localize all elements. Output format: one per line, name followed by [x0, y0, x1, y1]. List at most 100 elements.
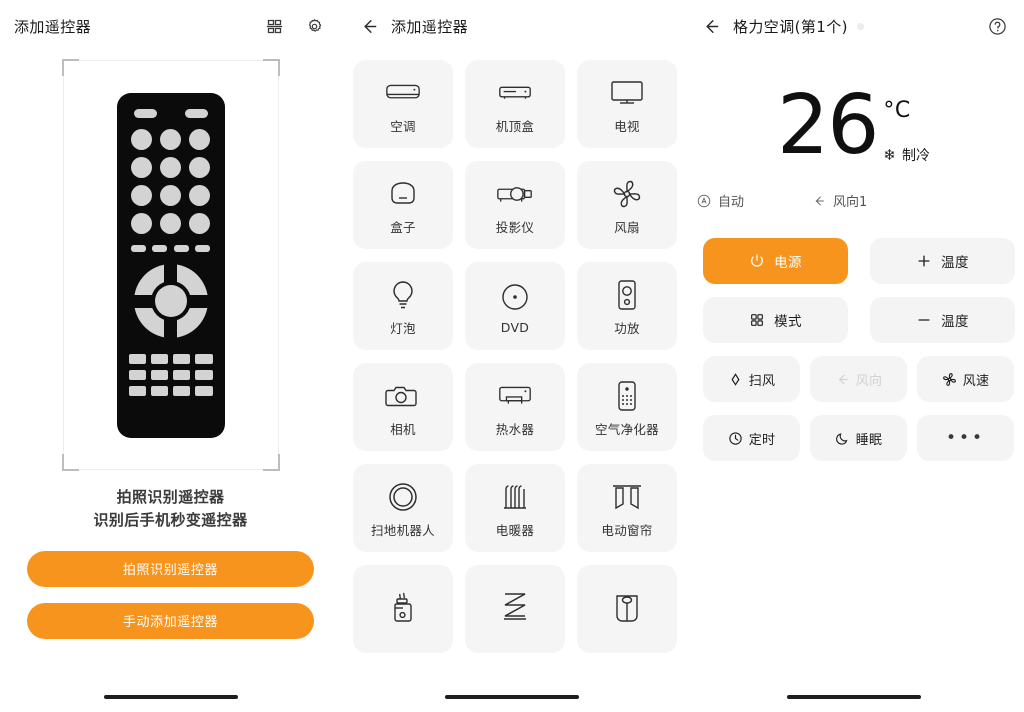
device-tile-humidifier[interactable]	[353, 565, 453, 653]
mode-grid-icon	[749, 312, 765, 328]
device-tile-dvd[interactable]: DVD	[465, 262, 565, 350]
corner-bracket-top-left	[61, 59, 79, 76]
swing-icon	[728, 372, 743, 387]
moon-sleep-icon	[835, 431, 850, 446]
device-tile-electric-curtain[interactable]: 电动窗帘	[577, 464, 677, 552]
home-indicator	[786, 695, 921, 699]
device-tile-label: 相机	[390, 422, 416, 437]
remote-round-button	[188, 157, 210, 178]
help-circle-icon[interactable]	[984, 13, 1010, 39]
page-title: 添加遥控器	[391, 17, 469, 36]
status-wind-direction: 风向1	[812, 191, 867, 210]
mode-button[interactable]: 模式	[703, 297, 848, 343]
remote-key	[173, 370, 191, 380]
remote-round-button	[188, 185, 210, 206]
remote-round-button	[159, 157, 181, 178]
device-tile-water-heater[interactable]: 热水器	[465, 363, 565, 451]
tv-box-icon	[388, 174, 418, 214]
device-tile-label: 扫地机器人	[370, 523, 435, 538]
device-tile-robot-vacuum[interactable]: 扫地机器人	[353, 464, 453, 552]
device-tile-label: 灯泡	[390, 321, 416, 336]
device-tile-fan[interactable]: 风扇	[577, 161, 677, 249]
radiator-heater-icon	[501, 477, 529, 517]
back-arrow-icon[interactable]	[355, 13, 381, 39]
temperature-side-info: °C ❄ 制冷	[883, 88, 930, 165]
remote-key	[150, 386, 168, 396]
timer-button-label: 定时	[748, 432, 776, 448]
status-auto-label: 自动	[718, 195, 745, 210]
robot-vacuum-icon	[387, 477, 419, 517]
scan-hint-text: 拍照识别遥控器 识别后手机秒变遥控器	[0, 486, 341, 533]
dvd-disc-icon	[500, 277, 530, 317]
power-button[interactable]: 电源	[703, 238, 848, 284]
swing-button[interactable]: 扫风	[703, 356, 800, 402]
remote-key	[128, 386, 146, 396]
device-tile-air-purifier[interactable]: 空气净化器	[577, 363, 677, 451]
remote-key	[195, 354, 213, 364]
wind-direction-button[interactable]: 风向	[810, 356, 907, 402]
remote-round-button	[159, 213, 181, 234]
device-tile-set-top-box[interactable]: 机顶盒	[465, 60, 565, 148]
back-arrow-icon[interactable]	[697, 13, 723, 39]
plus-icon	[916, 253, 932, 269]
header-add-remote: 添加遥控器	[0, 0, 341, 52]
temperature-display: 26 °C ❄ 制冷	[683, 52, 1024, 166]
manual-add-remote-button[interactable]: 手动添加遥控器	[27, 602, 314, 639]
device-tile-radiator-heater[interactable]: 电暖器	[465, 464, 565, 552]
device-tile-light-bulb[interactable]: 灯泡	[353, 262, 453, 350]
power-icon	[749, 253, 765, 269]
remote-round-button	[159, 185, 181, 206]
remote-pill-button	[184, 109, 208, 118]
remote-round-button	[131, 129, 153, 150]
sleep-button[interactable]: 睡眠	[810, 415, 907, 461]
remote-top-pills	[117, 93, 225, 118]
air-purifier-icon	[615, 376, 639, 416]
device-tile-label: 电视	[614, 119, 640, 134]
panel-ac-control: 格力空调(第1个) 26 °C ❄ 制冷 自动 风向1 电源 温度 模式 温度 …	[683, 0, 1024, 712]
device-tile-tv-box[interactable]: 盒子	[353, 161, 453, 249]
swing-button-label: 扫风	[748, 373, 776, 389]
fan-speed-button[interactable]: 风速	[917, 356, 1014, 402]
power-button-label: 电源	[774, 255, 802, 271]
temperature-down-button[interactable]: 温度	[870, 297, 1015, 343]
timer-button[interactable]: 定时	[703, 415, 800, 461]
scan-remote-button[interactable]: 拍照识别遥控器	[27, 550, 314, 587]
dpad-center-button	[154, 285, 187, 317]
status-auto-mode: 自动	[697, 191, 744, 210]
gear-icon[interactable]	[301, 13, 327, 39]
device-tile-camera[interactable]: 相机	[353, 363, 453, 451]
device-tile-air-conditioner[interactable]: 空调	[353, 60, 453, 148]
device-tile-air-circulator[interactable]	[465, 565, 565, 653]
timer-clock-icon	[728, 431, 743, 446]
temperature-up-button[interactable]: 温度	[870, 238, 1015, 284]
device-tile-amplifier[interactable]: 功放	[577, 262, 677, 350]
temperature-unit: °C	[883, 98, 911, 123]
light-bulb-icon	[390, 275, 416, 315]
tv-icon	[609, 73, 645, 113]
set-top-box-icon	[496, 73, 534, 113]
device-tile-label: 投影仪	[495, 220, 535, 235]
split-screen-icon[interactable]	[261, 13, 287, 39]
device-tile-rice-cooker[interactable]	[577, 565, 677, 653]
remote-key	[173, 354, 191, 364]
remote-dpad	[132, 263, 209, 339]
remote-bar-button	[173, 245, 189, 252]
auto-mode-icon	[697, 194, 711, 208]
minus-icon	[916, 312, 932, 328]
remote-round-button	[131, 157, 153, 178]
more-options-button[interactable]: •••	[917, 415, 1014, 461]
remote-key	[173, 386, 191, 396]
electric-curtain-icon	[611, 477, 643, 517]
device-tile-tv[interactable]: 电视	[577, 60, 677, 148]
device-tile-label: 空气净化器	[594, 422, 659, 437]
device-tile-projector[interactable]: 投影仪	[465, 161, 565, 249]
scan-frame-area	[61, 59, 280, 471]
wind-direction-icon	[812, 194, 826, 208]
mode-label: 制冷	[901, 148, 930, 164]
rice-cooker-icon	[614, 588, 640, 628]
remote-round-button	[131, 185, 153, 206]
air-conditioner-icon	[384, 73, 422, 113]
device-tile-label: 机顶盒	[495, 119, 535, 134]
panel-add-remote: 添加遥控器 拍照识别遥控器 识别后手机秒变遥控器 拍照识别遥控器 手动添加遥控器	[0, 0, 341, 712]
fan-speed-icon	[942, 372, 957, 387]
